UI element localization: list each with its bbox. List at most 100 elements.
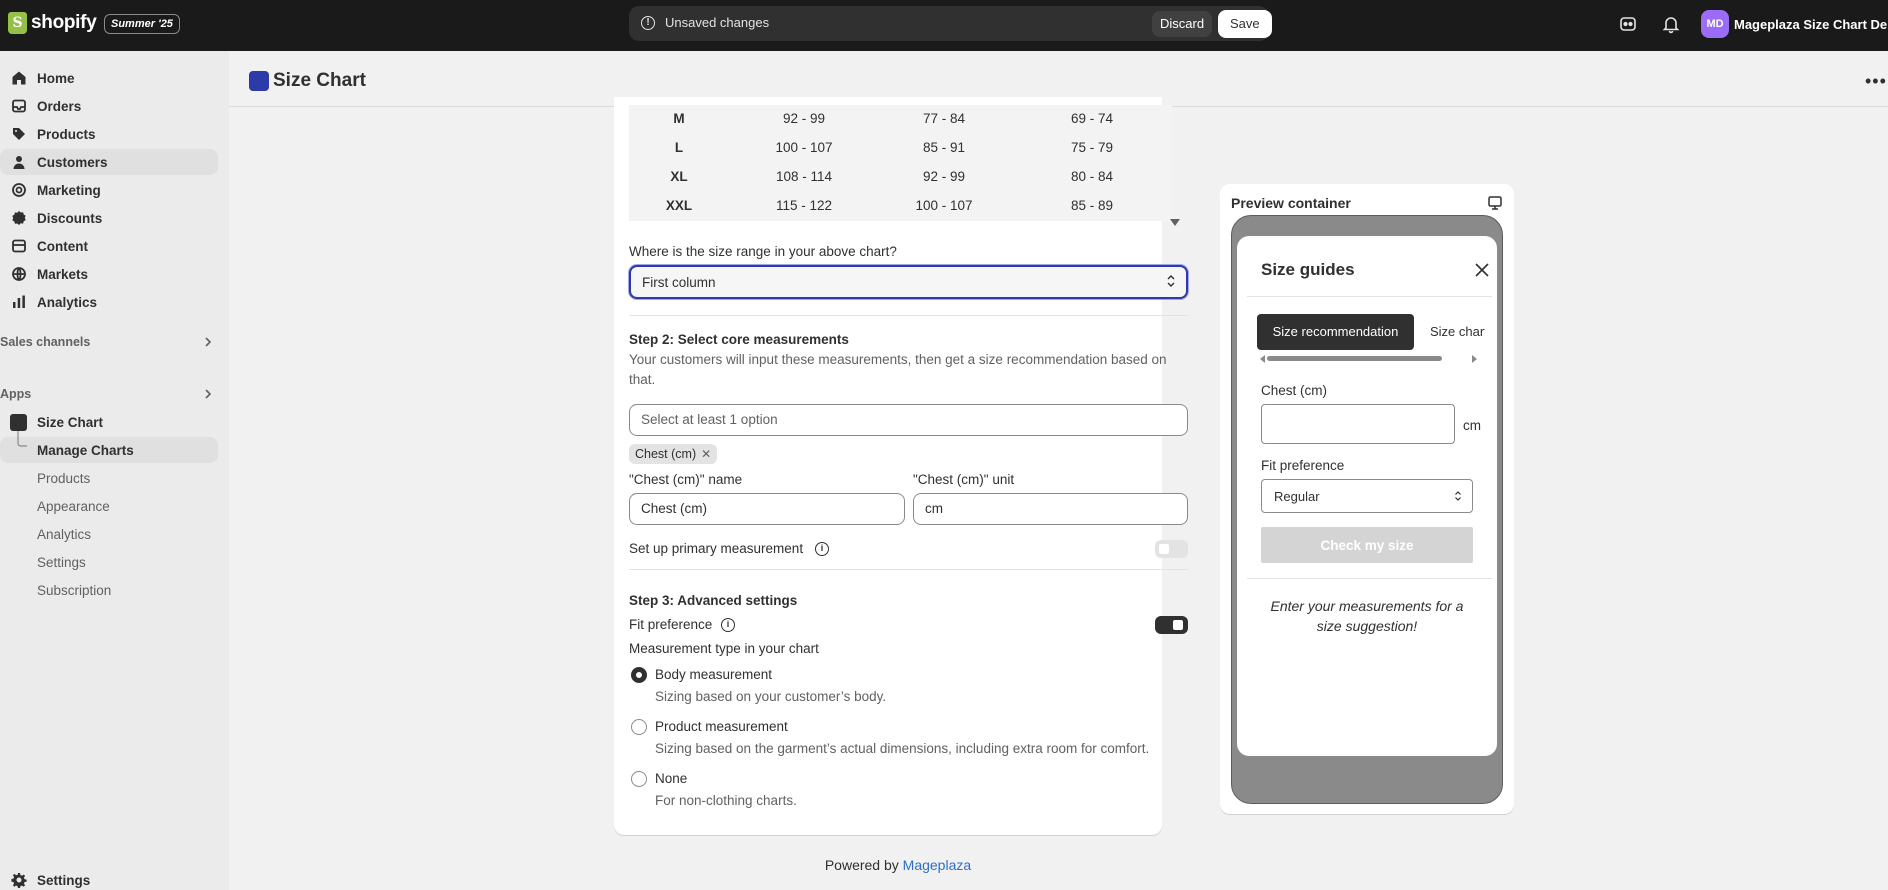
divider bbox=[1247, 296, 1492, 297]
desktop-icon[interactable] bbox=[1487, 195, 1503, 211]
measurements-select[interactable]: Select at least 1 option bbox=[629, 404, 1188, 436]
tab-scrollbar[interactable] bbox=[1267, 356, 1442, 361]
store-menu[interactable]: MD Mageplaza Size Chart De... bbox=[1701, 10, 1888, 38]
measurement-unit-field[interactable]: cm bbox=[913, 493, 1188, 525]
fit-preference-toggle[interactable] bbox=[1155, 616, 1188, 634]
tree-connector-icon bbox=[17, 431, 27, 447]
fit-preference-select[interactable]: Regular bbox=[1261, 479, 1473, 513]
more-actions-icon[interactable]: ••• bbox=[1865, 71, 1887, 92]
sidebar-item-home[interactable]: Home bbox=[0, 65, 218, 91]
radio-none[interactable] bbox=[631, 771, 647, 787]
home-icon bbox=[12, 71, 26, 85]
phone-frame: Size guides Size recommendation Size cha… bbox=[1231, 215, 1503, 804]
tab-size-chart[interactable]: Size chart bbox=[1430, 324, 1485, 339]
sidebar-item-size-chart-app[interactable]: Size Chart bbox=[0, 409, 218, 435]
select-arrows-icon bbox=[1455, 491, 1461, 501]
fit-preference-label: Fit preference bbox=[1261, 458, 1345, 473]
sidebar-item-label: Products bbox=[37, 470, 91, 486]
chest-label: Chest (cm) bbox=[1261, 383, 1328, 398]
scroll-right-icon[interactable] bbox=[1472, 355, 1477, 363]
sidebar-item-manage-charts[interactable]: Manage Charts bbox=[0, 431, 218, 463]
section-label: Apps bbox=[0, 387, 32, 401]
sidebar-item-orders[interactable]: Orders bbox=[0, 93, 218, 119]
sidebar-item-appearance[interactable]: Appearance bbox=[0, 493, 218, 519]
option-label[interactable]: Product measurement bbox=[655, 719, 788, 734]
size-guide-modal: Size guides Size recommendation Size cha… bbox=[1237, 236, 1497, 756]
table-cell: 75 - 79 bbox=[1070, 140, 1114, 155]
sidebar-item-content[interactable]: Content bbox=[0, 233, 218, 259]
edition-badge[interactable]: Summer '25 bbox=[104, 14, 180, 34]
sidekick-icon[interactable] bbox=[1618, 14, 1638, 34]
table-cell: 92 - 99 bbox=[922, 169, 966, 184]
option-help: For non-clothing charts. bbox=[655, 793, 797, 808]
sidebar-item-app-products[interactable]: Products bbox=[0, 465, 218, 491]
sidebar-item-label: Orders bbox=[37, 98, 82, 114]
sidebar-item-label: Size Chart bbox=[37, 414, 104, 430]
table-cell: 100 - 107 bbox=[775, 140, 833, 155]
sidebar-item-label: Products bbox=[37, 126, 96, 142]
scroll-left-icon[interactable] bbox=[1260, 355, 1265, 363]
bell-icon[interactable] bbox=[1661, 14, 1681, 34]
select-value: First column bbox=[642, 275, 716, 290]
divider bbox=[1247, 578, 1492, 579]
sidebar-item-app-analytics[interactable]: Analytics bbox=[0, 521, 218, 547]
sidebar-item-marketing[interactable]: Marketing bbox=[0, 177, 218, 203]
measurement-name-field[interactable]: Chest (cm) bbox=[629, 493, 905, 525]
unsaved-changes-bar: ! Unsaved changes Discard Save bbox=[629, 6, 1272, 41]
target-icon bbox=[12, 183, 26, 197]
sidebar-item-customers[interactable]: Customers bbox=[0, 149, 218, 175]
radio-body-measurement[interactable] bbox=[631, 667, 647, 683]
chest-input[interactable] bbox=[1261, 404, 1455, 444]
table-cell: 100 - 107 bbox=[915, 198, 973, 213]
info-icon[interactable]: i bbox=[815, 542, 829, 556]
sales-channels-section[interactable]: Sales channels bbox=[0, 329, 218, 355]
mageplaza-link[interactable]: Mageplaza bbox=[903, 857, 972, 873]
discard-button[interactable]: Discard bbox=[1152, 11, 1213, 37]
brand-wordmark: shopify bbox=[31, 12, 97, 33]
person-icon bbox=[13, 156, 25, 169]
table-row: XXL 115 - 122 100 - 107 85 - 89 bbox=[629, 192, 1172, 221]
option-label[interactable]: None bbox=[655, 771, 687, 786]
size-range-select[interactable]: First column bbox=[629, 265, 1188, 299]
option-label[interactable]: Body measurement bbox=[655, 667, 772, 682]
sidebar-item-settings[interactable]: Settings bbox=[0, 867, 218, 890]
sidebar-item-subscription[interactable]: Subscription bbox=[0, 577, 218, 603]
chest-unit: cm bbox=[1463, 418, 1481, 433]
store-avatar: MD bbox=[1701, 10, 1729, 38]
sidebar-item-label: Analytics bbox=[37, 294, 98, 310]
info-icon[interactable]: i bbox=[721, 618, 735, 632]
sidebar-item-label: Discounts bbox=[37, 210, 103, 226]
select-arrows-icon bbox=[1167, 275, 1175, 287]
table-cell: 108 - 114 bbox=[775, 169, 833, 184]
sidebar-item-label: Marketing bbox=[37, 182, 101, 198]
sidebar-item-label: Settings bbox=[37, 554, 86, 570]
sidebar-item-markets[interactable]: Markets bbox=[0, 261, 218, 287]
close-icon[interactable] bbox=[1474, 262, 1490, 278]
remove-tag-icon[interactable]: ✕ bbox=[701, 447, 711, 461]
sidebar-item-products[interactable]: Products bbox=[0, 121, 218, 147]
sidebar-item-analytics[interactable]: Analytics bbox=[0, 289, 218, 315]
sidebar-item-discounts[interactable]: Discounts bbox=[0, 205, 218, 231]
orders-icon bbox=[12, 99, 26, 113]
sidebar-item-label: Subscription bbox=[37, 582, 112, 598]
table-cell: L bbox=[674, 140, 684, 155]
save-button[interactable]: Save bbox=[1218, 10, 1272, 38]
table-cell: 77 - 84 bbox=[922, 111, 966, 126]
placeholder-text: Select at least 1 option bbox=[641, 412, 778, 427]
apps-section[interactable]: Apps bbox=[0, 381, 218, 407]
radio-product-measurement[interactable] bbox=[631, 719, 647, 735]
check-my-size-button[interactable]: Check my size bbox=[1261, 527, 1473, 563]
table-cell: 69 - 74 bbox=[1070, 111, 1114, 126]
scroll-down-arrow-icon[interactable] bbox=[1170, 219, 1180, 226]
bar-chart-icon bbox=[13, 295, 25, 308]
shopify-logo[interactable]: S shopify bbox=[8, 12, 97, 34]
tab-size-recommendation[interactable]: Size recommendation bbox=[1257, 314, 1414, 350]
size-chart-table: M 92 - 99 77 - 84 69 - 74 L 100 - 107 85… bbox=[629, 105, 1172, 233]
primary-measurement-toggle[interactable] bbox=[1155, 540, 1188, 558]
discount-icon bbox=[12, 211, 26, 225]
chart-settings-card: M 92 - 99 77 - 84 69 - 74 L 100 - 107 85… bbox=[614, 97, 1188, 835]
section-label: Sales channels bbox=[0, 335, 91, 349]
option-help: Sizing based on the garment’s actual dim… bbox=[655, 741, 1150, 756]
unit-label: "Chest (cm)" unit bbox=[913, 472, 1015, 487]
sidebar-item-app-settings[interactable]: Settings bbox=[0, 549, 218, 575]
